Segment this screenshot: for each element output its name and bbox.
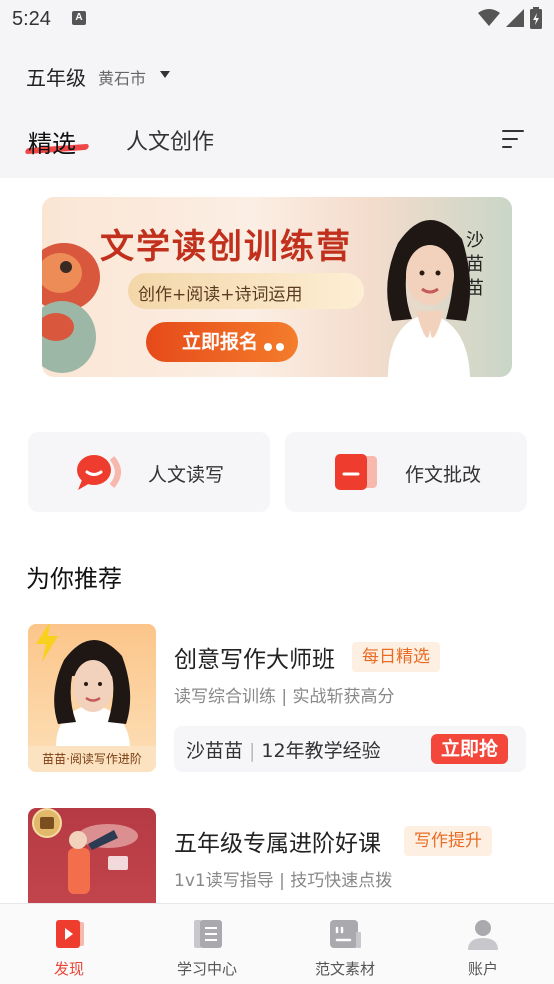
chevron-down-icon[interactable] (160, 71, 170, 78)
menu-icon[interactable] (502, 130, 524, 150)
quick-entry-label: 作文批改 (405, 464, 482, 486)
quick-entry-humanities-reading-writing[interactable]: 人文读写 (28, 432, 270, 512)
banner-teacher-name: 沙苗苗 (466, 230, 484, 299)
nav-label: 账户 (467, 960, 498, 978)
system-icons (478, 7, 542, 29)
course-title: 创意写作大师班 (174, 647, 335, 673)
quick-entry-label: 人文读写 (148, 464, 225, 486)
nav-label: 学习中心 (176, 960, 237, 978)
essay-material-icon (330, 920, 361, 948)
teacher-info: 沙苗苗 | 12年教学经验 立即抢 (174, 726, 526, 772)
quick-entry-essay-correction[interactable]: 作文批改 (285, 432, 527, 512)
battery-icon (530, 7, 542, 29)
city-selector[interactable]: 黄石市 (98, 65, 146, 89)
banner-pagination-dots (264, 343, 284, 351)
notification-icon: A (72, 11, 86, 25)
grab-now-button[interactable]: 立即抢 (430, 734, 508, 764)
course-card[interactable]: 苗苗·阅读写作进阶 创意写作大师班 每日精选 读写综合训练 | 实战斩获高分 沙… (28, 624, 526, 774)
promo-banner[interactable]: 文学读创训练营 创作+阅读+诗词运用 立即报名 沙苗苗 (42, 197, 512, 377)
nav-study-center[interactable]: 学习中心 (152, 918, 262, 979)
discover-icon (56, 920, 84, 948)
correction-book-icon (335, 454, 377, 490)
banner-signup-button[interactable]: 立即报名 (146, 322, 298, 362)
course-tag: 写作提升 (404, 826, 492, 856)
banner-title: 文学读创训练营 (100, 227, 352, 267)
course-subtitle: 1v1读写指导 | 技巧快速点拨 (174, 871, 393, 891)
status-bar: 5:24 A (0, 0, 554, 38)
tab-humanities-writing[interactable]: 人文创作 (126, 124, 214, 156)
header: 五年级 黄石市 精选 人文创作 (0, 38, 554, 178)
section-title: 为你推荐 (26, 565, 122, 593)
nav-label: 发现 (53, 960, 84, 978)
status-time: 5:24 (12, 8, 51, 30)
course-illustration (68, 824, 138, 894)
wifi-icon (478, 9, 500, 26)
speech-bubble-icon (77, 455, 121, 490)
thumbnail-caption: 苗苗·阅读写作进阶 (28, 746, 156, 772)
course-subtitle: 读写综合训练 | 实战斩获高分 (174, 687, 395, 707)
bottom-nav: 发现 学习中心 范文素材 账户 (0, 903, 554, 984)
grade-selector[interactable]: 五年级 (26, 62, 86, 91)
banner-subtitle: 创作+阅读+诗词运用 (138, 285, 303, 305)
nav-discover[interactable]: 发现 (14, 918, 124, 979)
study-center-icon (194, 920, 222, 948)
cell-signal-icon (506, 9, 524, 27)
course-title: 五年级专属进阶好课 (174, 831, 381, 857)
nav-label: 范文素材 (314, 960, 375, 978)
teacher-portrait (54, 639, 131, 746)
account-icon (468, 920, 498, 950)
course-thumbnail: 苗苗·阅读写作进阶 (28, 624, 156, 772)
tab-featured[interactable]: 精选 (28, 124, 76, 159)
nav-essay-materials[interactable]: 范文素材 (290, 918, 400, 979)
teacher-experience: 12年教学经验 (261, 740, 381, 762)
course-tag: 每日精选 (352, 642, 440, 672)
teacher-name: 沙苗苗 (186, 740, 244, 762)
nav-account[interactable]: 账户 (428, 918, 538, 979)
course-card[interactable]: 五年级专属进阶好课 写作提升 1v1读写指导 | 技巧快速点拨 (28, 808, 526, 956)
dragon-decoration-icon (42, 243, 100, 373)
